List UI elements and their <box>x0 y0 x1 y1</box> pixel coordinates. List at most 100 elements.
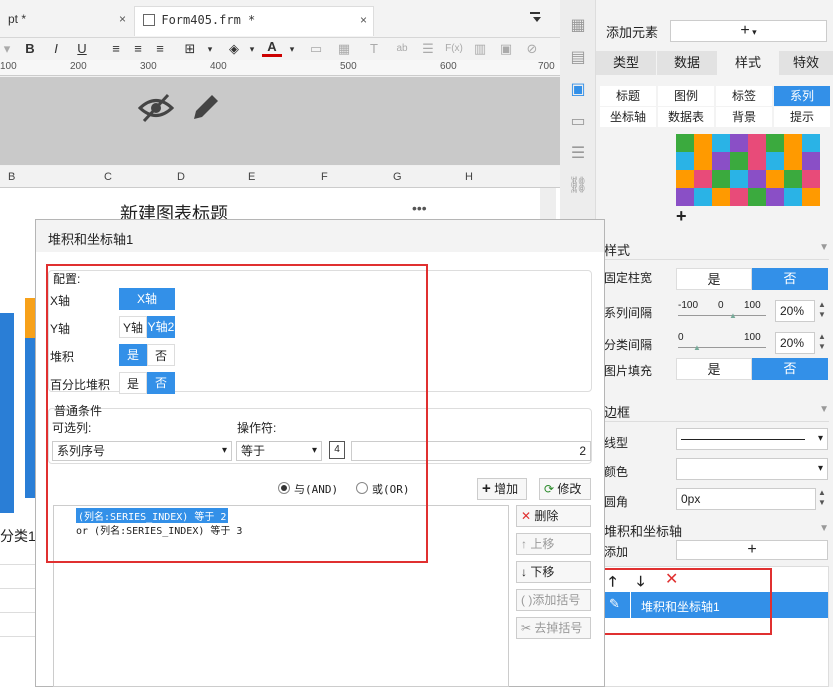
tab-menu-icon[interactable] <box>530 12 542 24</box>
palette-swatch[interactable] <box>784 134 802 152</box>
close-icon[interactable]: × <box>119 12 126 26</box>
palette-swatch[interactable] <box>730 152 748 170</box>
list-icon[interactable]: ☰ <box>418 39 438 59</box>
palette-swatch[interactable] <box>730 134 748 152</box>
link-icon[interactable]: ⛓ <box>566 174 590 198</box>
palette-swatch[interactable] <box>766 170 784 188</box>
fixed-width-yes[interactable]: 是 <box>676 268 752 290</box>
formula-icon[interactable]: F(x) <box>444 39 464 59</box>
column-header[interactable]: G <box>393 171 402 183</box>
fixed-width-no[interactable]: 否 <box>752 268 828 290</box>
and-radio[interactable] <box>278 482 290 494</box>
add-paren-button[interactable]: ( )添加括号 <box>516 589 591 611</box>
text-icon[interactable]: T <box>364 39 384 59</box>
image-icon[interactable]: ▣ <box>496 39 516 59</box>
series-gap-slider[interactable] <box>678 315 766 316</box>
subtab-title[interactable]: 标题 <box>600 86 656 106</box>
edit-icon[interactable]: ✎ <box>609 596 620 612</box>
border-icon[interactable]: ⊞ <box>180 39 200 59</box>
border-section[interactable]: 边框 ▼ <box>604 402 829 422</box>
image-fill-yes[interactable]: 是 <box>676 358 752 380</box>
palette-swatch[interactable] <box>730 188 748 206</box>
underline-icon[interactable]: U <box>72 39 92 59</box>
subtab-axis[interactable]: 坐标轴 <box>600 107 656 127</box>
font-color-icon[interactable]: A <box>262 39 282 57</box>
column-select[interactable]: 系列序号 ▾ <box>52 441 232 461</box>
palette-swatch[interactable] <box>802 152 820 170</box>
spinner-icon[interactable]: ▲ ▼ <box>818 332 826 352</box>
slider-thumb[interactable]: ▲ <box>693 343 701 352</box>
palette-swatch[interactable] <box>766 152 784 170</box>
grid-icon[interactable]: ▦ <box>334 39 354 59</box>
value-input[interactable]: 2 <box>351 441 591 461</box>
bold-icon[interactable]: B <box>20 39 40 59</box>
palette-swatch[interactable] <box>712 188 730 206</box>
series-gap-input[interactable]: 20% <box>775 300 815 322</box>
subtab-series[interactable]: 系列 <box>774 86 830 106</box>
subtab-tooltip[interactable]: 提示 <box>774 107 830 127</box>
chevron-down-icon[interactable]: ▾ <box>282 39 302 59</box>
palette-swatch[interactable] <box>694 188 712 206</box>
palette-swatch[interactable] <box>784 152 802 170</box>
radius-input[interactable]: 0px <box>676 488 816 510</box>
column-header[interactable]: C <box>104 171 112 183</box>
move-up-button[interactable]: ↑ 上移 <box>516 533 591 555</box>
stack-yes[interactable]: 是 <box>119 344 147 366</box>
column-header[interactable]: E <box>248 171 255 183</box>
column-header[interactable]: H <box>465 171 473 183</box>
slider-thumb[interactable]: ▲ <box>729 311 737 320</box>
palette-swatch[interactable] <box>676 170 694 188</box>
percent-no[interactable]: 否 <box>147 372 175 394</box>
palette-swatch[interactable] <box>766 188 784 206</box>
more-icon[interactable]: ••• <box>412 200 427 216</box>
palette-swatch[interactable] <box>676 188 694 206</box>
palette-swatch[interactable] <box>694 170 712 188</box>
xaxis-button[interactable]: X轴 <box>119 288 175 310</box>
palette-swatch[interactable] <box>748 134 766 152</box>
move-down-button[interactable]: ↓ 下移 <box>516 561 591 583</box>
image-fill-no[interactable]: 否 <box>752 358 828 380</box>
subtab-legend[interactable]: 图例 <box>658 86 714 106</box>
palette-swatch[interactable] <box>694 152 712 170</box>
close-icon[interactable]: × <box>360 13 367 27</box>
merge-icon[interactable]: ▭ <box>306 39 326 59</box>
bar-chart-icon[interactable]: ▥ <box>470 39 490 59</box>
tab-style[interactable]: 样式 <box>718 51 778 75</box>
add-stack-button[interactable]: + <box>676 540 828 560</box>
line-type-select[interactable]: ▾ <box>676 428 828 450</box>
subtab-datasheet[interactable]: 数据表 <box>658 107 714 127</box>
add-condition-button[interactable]: + 增加 <box>477 478 527 500</box>
operator-select[interactable]: 等于 ▾ <box>236 441 322 461</box>
palette-swatch[interactable] <box>712 170 730 188</box>
column-header[interactable]: B <box>8 171 15 183</box>
chart-icon[interactable]: ▣ <box>566 78 590 102</box>
palette-swatch[interactable] <box>802 170 820 188</box>
delete-icon[interactable]: ✕ <box>665 569 678 589</box>
slash-icon[interactable]: ⊘ <box>522 39 542 59</box>
color-palette[interactable] <box>676 134 820 206</box>
category-gap-slider[interactable] <box>678 347 766 348</box>
spinner-icon[interactable]: ▲ ▼ <box>818 300 826 320</box>
attr-icon[interactable]: ▤ <box>566 46 590 70</box>
condition-icon[interactable]: ☰ <box>566 142 590 166</box>
italic-icon[interactable]: I <box>46 39 66 59</box>
palette-swatch[interactable] <box>748 152 766 170</box>
palette-swatch[interactable] <box>748 188 766 206</box>
palette-swatch[interactable] <box>784 170 802 188</box>
subtab-background[interactable]: 背景 <box>716 107 772 127</box>
chevron-down-icon[interactable]: ▾ <box>242 39 262 59</box>
yaxis-option-1[interactable]: Y轴 <box>119 316 147 338</box>
pencil-icon[interactable] <box>190 91 222 126</box>
palette-swatch[interactable] <box>766 134 784 152</box>
palette-swatch[interactable] <box>712 134 730 152</box>
tab-type[interactable]: 类型 <box>596 51 656 75</box>
palette-swatch[interactable] <box>712 152 730 170</box>
condition-line[interactable]: or (列名:SERIES_INDEX) 等于 3 <box>76 522 242 537</box>
align-right-icon[interactable]: ≡ <box>150 39 170 59</box>
stack-no[interactable]: 否 <box>147 344 175 366</box>
tab-report[interactable]: pt * × <box>0 6 132 36</box>
tab-effect[interactable]: 特效 <box>779 51 833 75</box>
chevron-down-icon[interactable]: ▾ <box>0 39 14 59</box>
spinner-icon[interactable]: ▲ ▼ <box>818 488 826 508</box>
tab-form405[interactable]: Form405.frm * × <box>134 6 374 36</box>
